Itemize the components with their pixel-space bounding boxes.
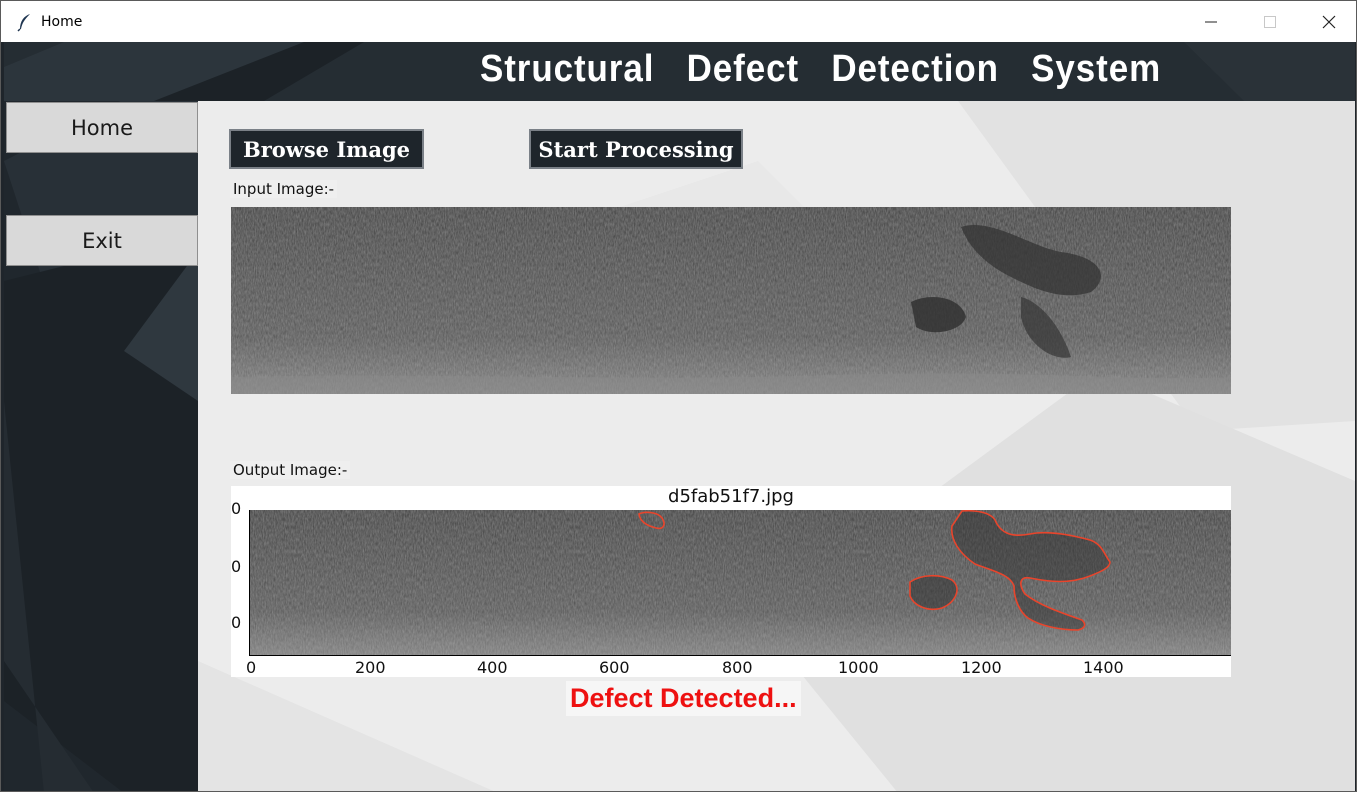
input-image-label: Input Image:- <box>230 180 338 198</box>
minimize-icon <box>1204 21 1217 22</box>
y-tick-label: 0 <box>231 613 242 632</box>
app-window: Home Structural Defect Detection System <box>0 0 1357 792</box>
title-bar: Home <box>1 1 1356 42</box>
output-image-label: Output Image:- <box>230 461 351 479</box>
start-processing-label: Start Processing <box>538 136 734 162</box>
minimize-button[interactable] <box>1181 1 1240 42</box>
status-message: Defect Detected... <box>566 681 801 716</box>
sidebar-item-exit[interactable]: Exit <box>6 215 198 266</box>
sidebar: Home Exit <box>4 101 198 791</box>
defect-contour <box>909 574 958 611</box>
x-tick-label: 1000 <box>838 658 879 677</box>
close-button[interactable] <box>1299 1 1356 42</box>
maximize-button[interactable] <box>1240 1 1299 42</box>
y-tick-label: 0 <box>231 557 242 576</box>
window-title: Home <box>41 13 83 30</box>
browse-image-button[interactable]: Browse Image <box>229 129 424 169</box>
y-tick-label: 0 <box>231 499 242 518</box>
output-image-surface <box>250 510 1231 655</box>
close-icon <box>1322 15 1335 28</box>
output-image <box>249 510 1231 656</box>
x-tick-label: 600 <box>599 658 630 677</box>
app-header: Structural Defect Detection System <box>4 42 1355 101</box>
browse-image-label: Browse Image <box>242 136 411 162</box>
x-tick-label: 200 <box>355 658 386 677</box>
sidebar-background <box>4 101 198 791</box>
plot-title: d5fab51f7.jpg <box>668 486 794 507</box>
start-processing-button[interactable]: Start Processing <box>529 129 743 169</box>
page-title: Structural Defect Detection System <box>480 48 1162 90</box>
output-plot: d5fab51f7.jpg 0 0 0 0 200 400 600 800 10… <box>231 486 1231 677</box>
x-tick-label: 400 <box>477 658 508 677</box>
x-tick-label: 1200 <box>961 658 1002 677</box>
input-image-surface <box>231 207 1231 394</box>
x-tick-label: 800 <box>722 658 753 677</box>
maximize-icon <box>1263 15 1276 28</box>
sidebar-item-label: Home <box>70 115 133 140</box>
sidebar-item-home[interactable]: Home <box>6 102 198 153</box>
window-controls <box>1181 1 1356 42</box>
input-image <box>231 207 1231 394</box>
main-content: Browse Image Start Processing Input Imag… <box>198 101 1355 791</box>
x-tick-label: 1400 <box>1083 658 1124 677</box>
sidebar-item-label: Exit <box>82 228 122 253</box>
feather-icon <box>17 13 30 32</box>
x-tick-label: 0 <box>246 658 257 677</box>
